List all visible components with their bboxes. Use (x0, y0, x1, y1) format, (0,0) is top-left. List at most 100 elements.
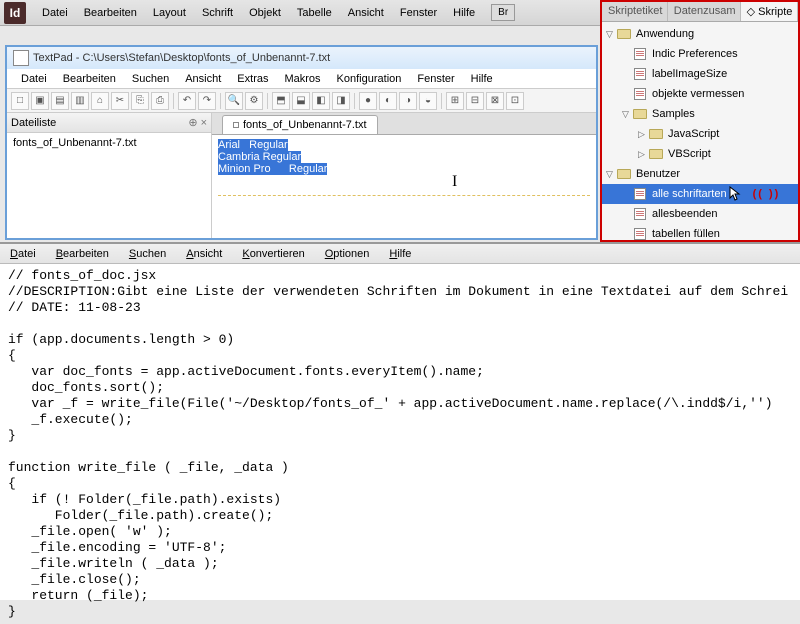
scripts-panel: Skriptetiket Datenzusam ◇ Skripte ▽ Anwen… (600, 0, 800, 242)
menu-bearbeiten[interactable]: Bearbeiten (76, 3, 145, 23)
bt-menu-datei[interactable]: Datei (0, 246, 46, 262)
toolbar-button[interactable]: ↷ (198, 92, 216, 110)
tree-item-label: VBScript (668, 148, 711, 160)
toolbar-button[interactable]: ⬒ (272, 92, 290, 110)
expand-arrow-icon[interactable]: ▽ (606, 29, 616, 40)
text-cursor-icon: I (452, 173, 457, 191)
expand-arrow-icon[interactable]: ▷ (638, 149, 648, 160)
script-icon (632, 187, 648, 201)
menu-schrift[interactable]: Schrift (194, 3, 241, 23)
expand-arrow-icon[interactable]: ▷ (638, 129, 648, 140)
bt-menu-hilfe[interactable]: Hilfe (379, 246, 421, 262)
tree-folder[interactable]: ▽ Anwendung (602, 24, 798, 44)
toolbar-button[interactable]: ⌂ (91, 92, 109, 110)
script-icon (632, 47, 648, 61)
textpad-editor-pane: fonts_of_Unbenannt-7.txt Arial RegularCa… (212, 113, 596, 238)
menu-objekt[interactable]: Objekt (241, 3, 289, 23)
tp-menu-ansicht[interactable]: Ansicht (177, 71, 229, 87)
textpad-file-tab[interactable]: fonts_of_Unbenannt-7.txt (222, 115, 378, 134)
tree-folder[interactable]: ▷JavaScript (602, 124, 798, 144)
toolbar-button[interactable]: ⚙ (245, 92, 263, 110)
textpad-toolbar: □▣▤▥⌂✂⎘⎙ ↶↷ 🔍⚙ ⬒⬓◧◨ ●◐◑◒ ⊞⊟⊠⊡ (7, 89, 596, 113)
tree-folder[interactable]: ▽ Benutzer (602, 164, 798, 184)
toolbar-button[interactable]: ⊡ (506, 92, 524, 110)
menu-datei[interactable]: Datei (34, 3, 76, 23)
tp-menu-hilfe[interactable]: Hilfe (463, 71, 501, 87)
code-area[interactable]: // fonts_of_doc.jsx //DESCRIPTION:Gibt e… (0, 264, 800, 624)
menu-hilfe[interactable]: Hilfe (445, 3, 483, 23)
tree-script[interactable]: labelImageSize (602, 64, 798, 84)
tree-folder[interactable]: ▽Samples (602, 104, 798, 124)
tree-script[interactable]: allesbeenden (602, 204, 798, 224)
toolbar-button[interactable]: 🔍 (225, 92, 243, 110)
toolbar-button[interactable]: ▥ (71, 92, 89, 110)
file-list-item[interactable]: fonts_of_Unbenannt-7.txt (13, 137, 205, 149)
tree-item-label: Indic Preferences (652, 48, 738, 60)
tp-menu-datei[interactable]: Datei (13, 71, 55, 87)
toolbar-button[interactable]: ⎙ (151, 92, 169, 110)
tree-item-label: objekte vermessen (652, 88, 744, 100)
bridge-button[interactable]: Br (491, 4, 515, 21)
tree-item-label: allesbeenden (652, 208, 717, 220)
toolbar-button[interactable]: ⎘ (131, 92, 149, 110)
file-list-header: Dateiliste ⊕× (7, 113, 211, 133)
bt-menu-bearbeiten[interactable]: Bearbeiten (46, 246, 119, 262)
toolbar-button[interactable]: □ (11, 92, 29, 110)
toolbar-button[interactable]: ⬓ (292, 92, 310, 110)
toolbar-button[interactable]: ◑ (399, 92, 417, 110)
pin-icon[interactable]: ⊕ (188, 117, 197, 129)
tree-script[interactable]: objekte vermessen (602, 84, 798, 104)
tree-script[interactable]: tabellen füllen (602, 224, 798, 244)
menu-layout[interactable]: Layout (145, 3, 194, 23)
tab-skriptetikett[interactable]: Skriptetiket (602, 2, 668, 21)
tree-item-label: Benutzer (636, 168, 680, 180)
folder-icon (648, 147, 664, 161)
tree-item-label: alle schriftarten (652, 188, 727, 200)
bt-menu-suchen[interactable]: Suchen (119, 246, 176, 262)
toolbar-button[interactable]: ▤ (51, 92, 69, 110)
script-icon (632, 227, 648, 241)
bt-menu-ansicht[interactable]: Ansicht (176, 246, 232, 262)
toolbar-button[interactable]: ⊞ (446, 92, 464, 110)
menu-tabelle[interactable]: Tabelle (289, 3, 340, 23)
bt-menu-optionen[interactable]: Optionen (315, 246, 380, 262)
script-icon (632, 67, 648, 81)
toolbar-button[interactable]: ✂ (111, 92, 129, 110)
tp-menu-fenster[interactable]: Fenster (409, 71, 462, 87)
tab-datenzusammen[interactable]: Datenzusam (668, 2, 741, 21)
menu-ansicht[interactable]: Ansicht (340, 3, 392, 23)
toolbar-button[interactable]: ◒ (419, 92, 437, 110)
textpad-editor[interactable]: Arial RegularCambria RegularMinion Pro R… (212, 135, 596, 238)
toolbar-button[interactable]: ▣ (31, 92, 49, 110)
tree-folder[interactable]: ▷ VBScript (602, 144, 798, 164)
tp-menu-suchen[interactable]: Suchen (124, 71, 177, 87)
textpad-window: TextPad - C:\Users\Stefan\Desktop\fonts_… (5, 45, 598, 240)
tree-item-label: labelImageSize (652, 68, 727, 80)
toolbar-button[interactable]: ◐ (379, 92, 397, 110)
tp-menu-konfiguration[interactable]: Konfiguration (329, 71, 410, 87)
toolbar-button[interactable]: ◧ (312, 92, 330, 110)
toolbar-button[interactable]: ⊠ (486, 92, 504, 110)
bottom-editor: DateiBearbeitenSuchenAnsichtKonvertieren… (0, 242, 800, 600)
folder-icon (648, 127, 664, 141)
tree-script[interactable]: Indic Preferences (602, 44, 798, 64)
scripts-panel-tabs: Skriptetiket Datenzusam ◇ Skripte (602, 2, 798, 22)
tree-script[interactable]: alle schriftarten(( )) (602, 184, 798, 204)
tree-item-label: Anwendung (636, 28, 694, 40)
expand-arrow-icon[interactable]: ▽ (622, 109, 632, 120)
toolbar-button[interactable]: ↶ (178, 92, 196, 110)
tp-menu-bearbeiten[interactable]: Bearbeiten (55, 71, 124, 87)
bt-menu-konvertieren[interactable]: Konvertieren (232, 246, 314, 262)
scripts-tree: ▽ Anwendung Indic Preferences labelImageSiz… (602, 22, 798, 246)
tp-menu-extras[interactable]: Extras (229, 71, 276, 87)
toolbar-button[interactable]: ⊟ (466, 92, 484, 110)
tp-menu-makros[interactable]: Makros (276, 71, 328, 87)
file-list[interactable]: fonts_of_Unbenannt-7.txt (7, 133, 211, 238)
tab-skripte[interactable]: ◇ Skripte (741, 2, 798, 21)
expand-arrow-icon[interactable]: ▽ (606, 169, 616, 180)
toolbar-button[interactable]: ● (359, 92, 377, 110)
toolbar-button[interactable]: ◨ (332, 92, 350, 110)
close-icon[interactable]: × (201, 117, 207, 129)
menu-fenster[interactable]: Fenster (392, 3, 445, 23)
bottom-menubar: DateiBearbeitenSuchenAnsichtKonvertieren… (0, 244, 800, 264)
